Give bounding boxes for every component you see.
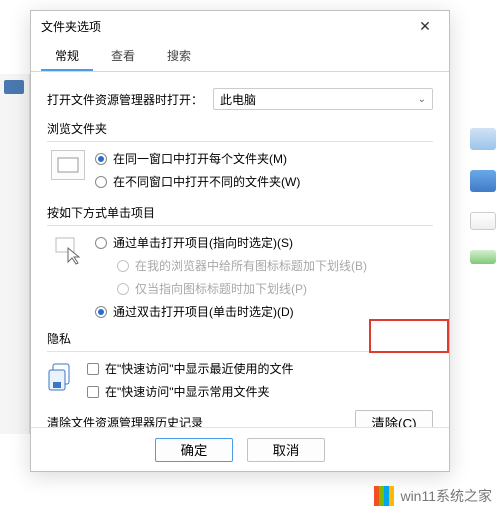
click-opt-underline-all: 在我的浏览器中给所有图标标题加下划线(B) (117, 257, 367, 274)
open-with-value: 此电脑 (220, 91, 256, 108)
checkbox-icon (87, 363, 99, 375)
bg-folder-icon (470, 128, 496, 150)
cursor-icon (51, 234, 85, 268)
folder-options-dialog: 文件夹选项 ✕ 常规 查看 搜索 打开文件资源管理器时打开： 此电脑 ⌄ 浏览文… (30, 10, 450, 472)
tab-general[interactable]: 常规 (41, 41, 93, 71)
browse-folder-icon (51, 150, 85, 180)
watermark: win11系统之家 (374, 486, 492, 506)
dialog-title: 文件夹选项 (41, 18, 101, 35)
close-icon: ✕ (419, 18, 431, 35)
tab-search[interactable]: 搜索 (153, 41, 205, 71)
open-with-combo[interactable]: 此电脑 ⌄ (213, 88, 433, 110)
clear-history-label: 清除文件资源管理器历史记录 (47, 414, 203, 428)
bg-folder-icon (470, 170, 496, 192)
browse-opt-same-window[interactable]: 在同一窗口中打开每个文件夹(M) (95, 150, 300, 167)
privacy-icon (47, 360, 77, 394)
bg-drive-icon (470, 212, 496, 230)
radio-icon (95, 306, 107, 318)
tab-strip: 常规 查看 搜索 (31, 41, 449, 72)
windows-logo-icon (374, 486, 394, 506)
privacy-recent-files[interactable]: 在"快速访问"中显示最近使用的文件 (87, 360, 294, 377)
watermark-text: win11系统之家 (400, 486, 492, 506)
radio-icon (95, 153, 107, 165)
radio-icon (95, 176, 107, 188)
close-button[interactable]: ✕ (411, 15, 439, 37)
radio-icon (117, 283, 129, 295)
open-with-label: 打开文件资源管理器时打开： (47, 91, 203, 108)
ok-button[interactable]: 确定 (155, 438, 233, 462)
titlebar: 文件夹选项 ✕ (31, 11, 449, 41)
radio-icon (117, 260, 129, 272)
browse-opt-diff-window[interactable]: 在不同窗口中打开不同的文件夹(W) (95, 173, 300, 190)
checkbox-icon (87, 386, 99, 398)
bg-drive-icon (470, 250, 496, 264)
browse-group-label: 浏览文件夹 (47, 120, 433, 137)
tab-view[interactable]: 查看 (97, 41, 149, 71)
cancel-button[interactable]: 取消 (247, 438, 325, 462)
click-opt-underline-hover: 仅当指向图标标题时加下划线(P) (117, 280, 367, 297)
privacy-frequent-folders[interactable]: 在"快速访问"中显示常用文件夹 (87, 383, 294, 400)
click-opt-double[interactable]: 通过双击打开项目(单击时选定)(D) (95, 303, 367, 320)
privacy-group-label: 隐私 (47, 330, 433, 347)
chevron-down-icon: ⌄ (418, 94, 426, 105)
clear-button[interactable]: 清除(C) (355, 410, 433, 427)
click-group-label: 按如下方式单击项目 (47, 204, 433, 221)
click-opt-single[interactable]: 通过单击打开项目(指向时选定)(S) (95, 234, 367, 251)
tab-content: 打开文件资源管理器时打开： 此电脑 ⌄ 浏览文件夹 在同一窗口中打开每个文件夹(… (31, 72, 449, 427)
radio-icon (95, 237, 107, 249)
dialog-buttons: 确定 取消 (31, 427, 449, 471)
